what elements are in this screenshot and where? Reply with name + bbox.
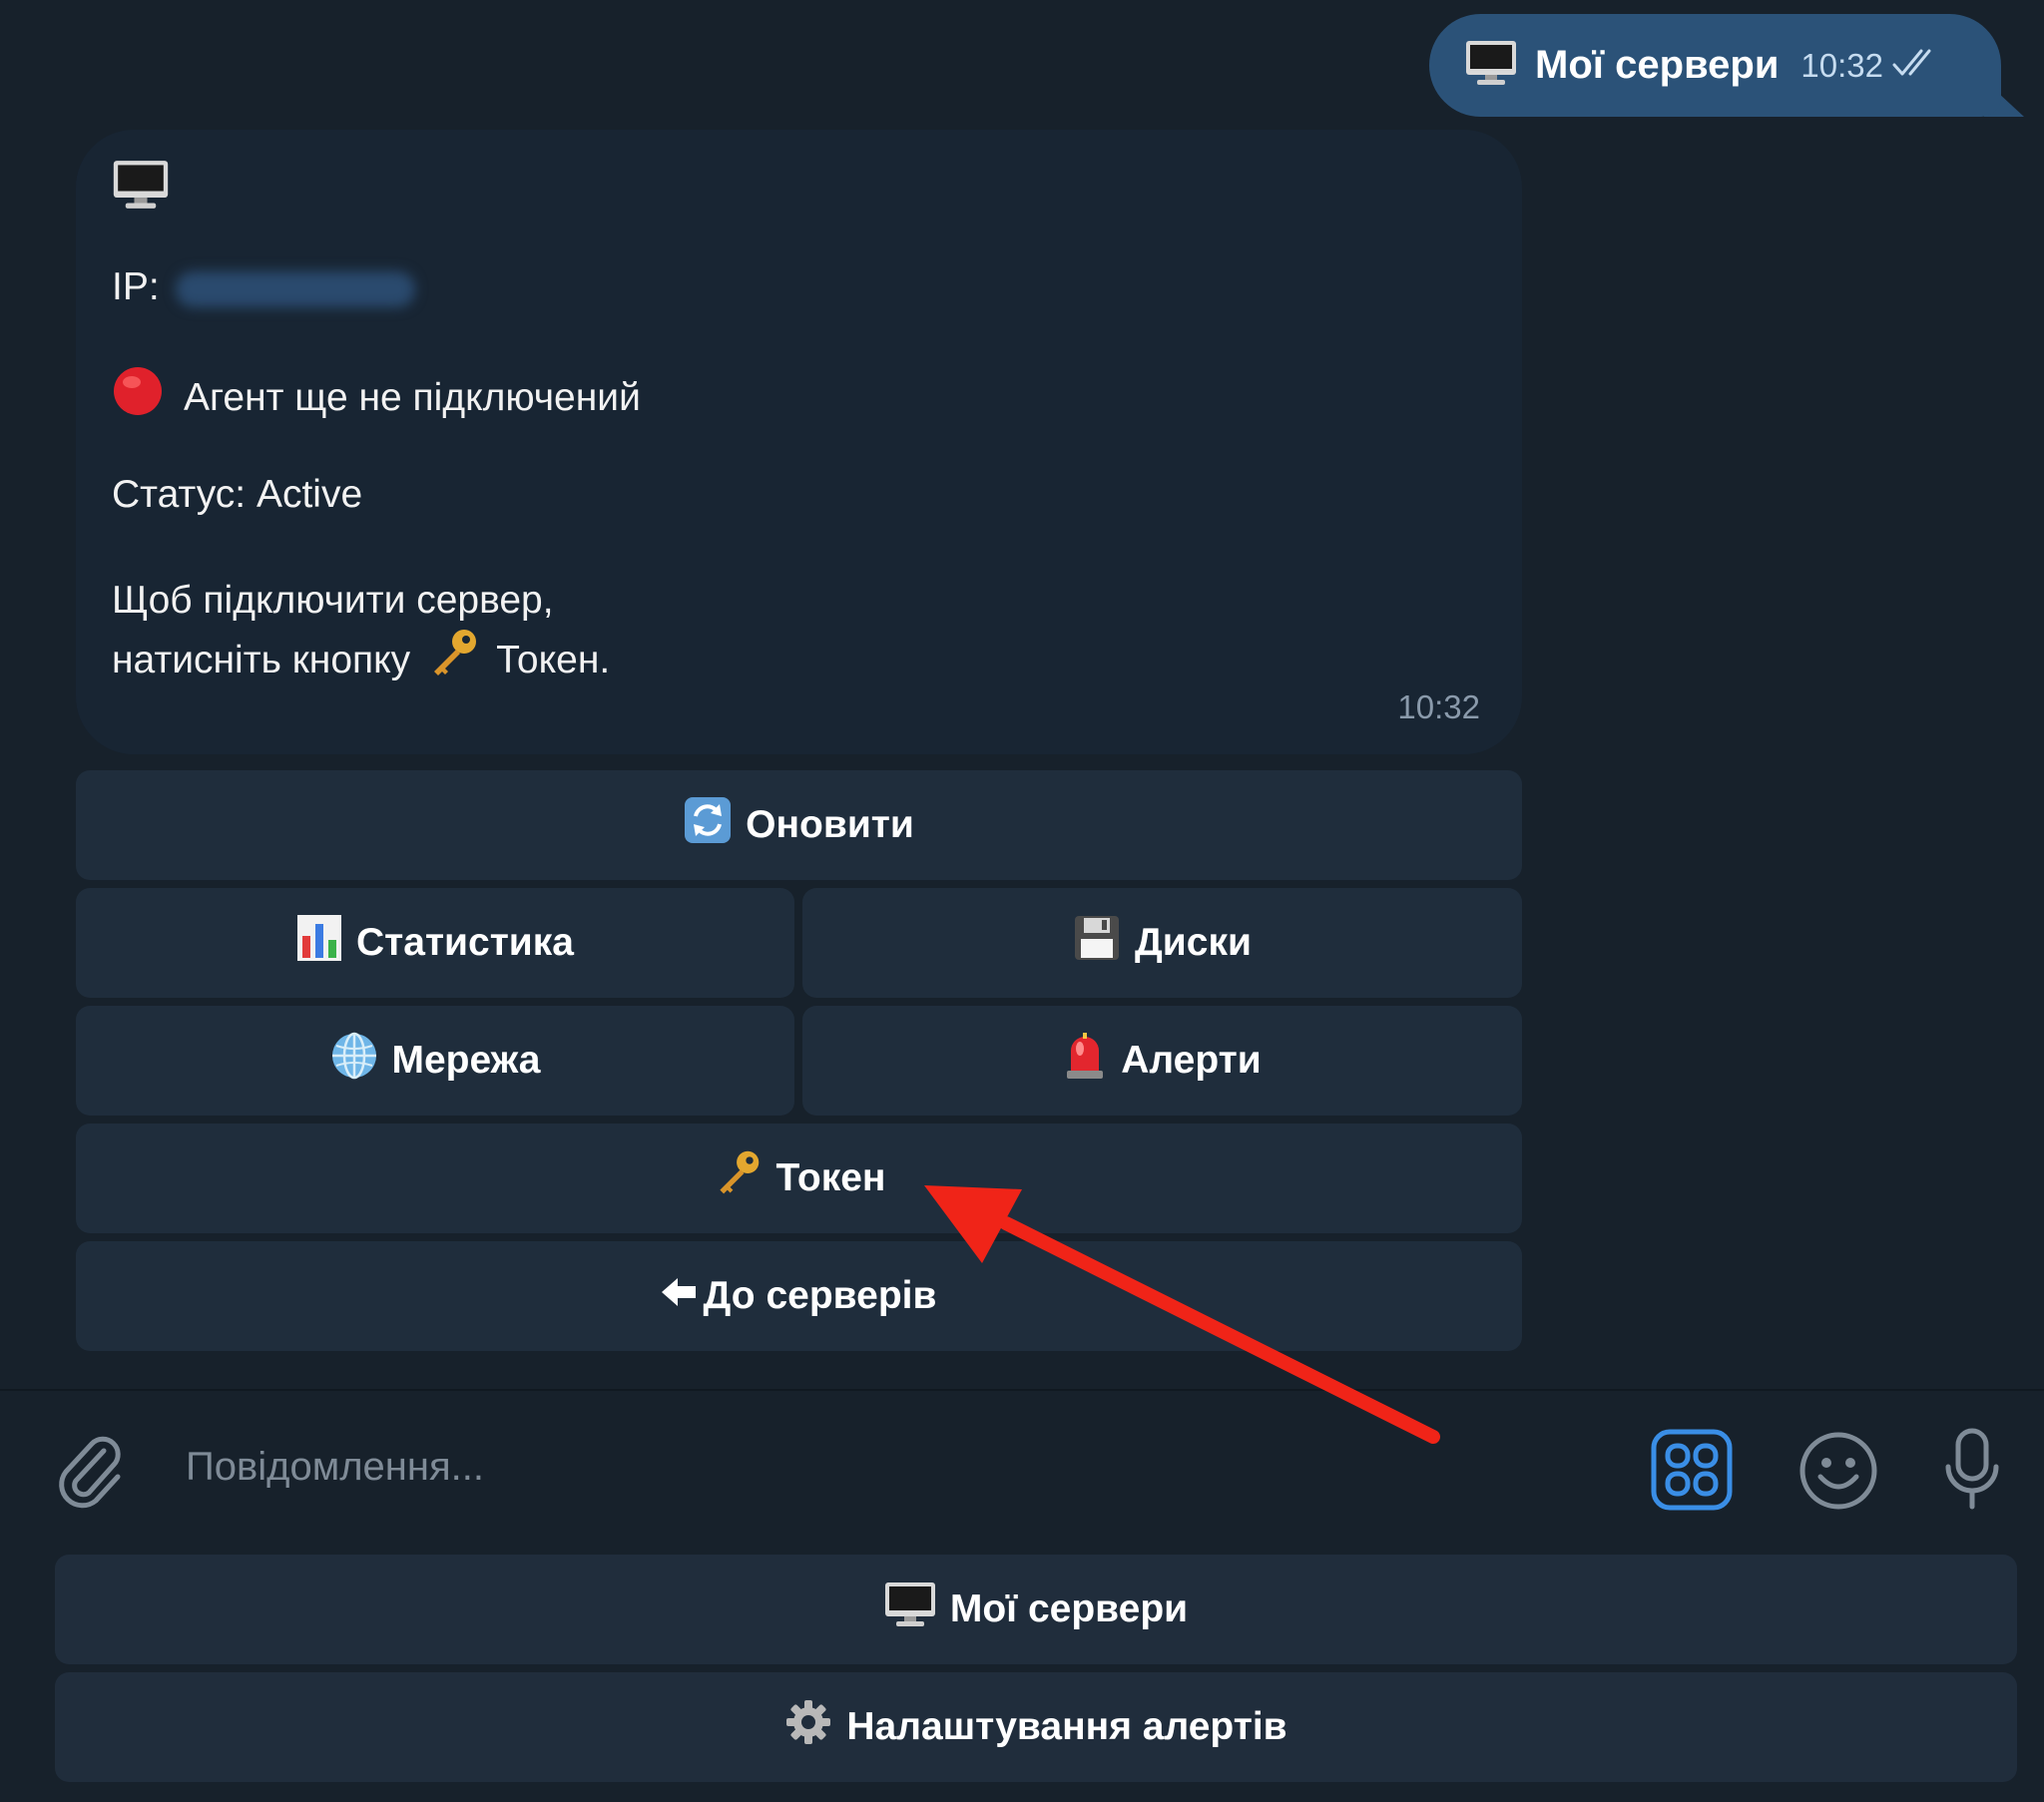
incoming-message-time: 10:32: [1397, 688, 1480, 725]
outgoing-message-time: 10:32: [1800, 46, 1883, 84]
ip-label: IP:: [112, 265, 160, 308]
key-icon: [426, 627, 480, 694]
ip-line: IP:: [112, 261, 415, 313]
outgoing-message-text: Мої сервери: [1535, 43, 1780, 87]
my-servers-button-label: Мої сервери: [949, 1587, 1189, 1630]
ip-value-redacted: [175, 270, 415, 307]
hint-line-1: Щоб підключити сервер,: [112, 579, 554, 622]
stats-button[interactable]: Статистика: [76, 888, 794, 998]
gear-icon: [784, 1698, 832, 1756]
siren-icon: [1063, 1031, 1107, 1091]
refresh-button-label: Оновити: [746, 803, 914, 846]
double-check-icon: [1891, 47, 1941, 84]
alerts-button[interactable]: Алерти: [802, 1006, 1522, 1116]
smiley-icon[interactable]: [1798, 1431, 1878, 1516]
chat-window: Мої сервери 10:32 IP: Агент ще не підклю…: [0, 0, 2044, 1802]
agent-status-text: Агент ще не підключений: [184, 376, 641, 419]
alerts-button-label: Алерти: [1121, 1039, 1262, 1082]
disks-button-label: Диски: [1135, 921, 1252, 964]
outgoing-message[interactable]: Мої сервери 10:32: [1429, 14, 2001, 117]
alert-settings-button-label: Налаштування алертів: [846, 1705, 1287, 1748]
token-button-label: Токен: [775, 1156, 886, 1199]
desktop-computer-icon: [1465, 40, 1517, 91]
back-to-servers-button-label: До серверів: [703, 1274, 937, 1317]
desktop-computer-icon: [884, 1581, 936, 1637]
hint-line-2: натисніть кнопку Токен.: [112, 627, 610, 694]
network-button-label: Мережа: [391, 1039, 541, 1082]
agent-status-line: Агент ще не підключений: [112, 365, 641, 431]
disks-button[interactable]: Диски: [802, 888, 1522, 998]
my-servers-button[interactable]: Мої сервери: [55, 1555, 2017, 1664]
hint-suffix: Токен.: [496, 639, 611, 681]
refresh-button[interactable]: Оновити: [76, 770, 1522, 880]
microphone-icon[interactable]: [1942, 1427, 2002, 1518]
stats-button-label: Статистика: [355, 921, 574, 964]
back-to-servers-button[interactable]: До серверів: [76, 1241, 1522, 1351]
key-icon: [713, 1148, 763, 1208]
hint-prefix: натисніть кнопку: [112, 639, 411, 681]
refresh-icon: [684, 796, 732, 854]
red-circle-icon: [112, 365, 164, 431]
desktop-computer-icon: [112, 160, 170, 215]
bot-keyboard-icon[interactable]: [1651, 1429, 1733, 1516]
globe-icon: [330, 1032, 378, 1090]
status-line: Статус: Active: [112, 473, 363, 516]
token-button[interactable]: Токен: [76, 1124, 1522, 1233]
left-arrow-icon: [661, 1274, 698, 1318]
alert-settings-button[interactable]: Налаштування алертів: [55, 1672, 2017, 1782]
floppy-disk-icon: [1073, 914, 1121, 972]
message-input[interactable]: Повідомлення...: [186, 1445, 484, 1490]
network-button[interactable]: Мережа: [76, 1006, 794, 1116]
paperclip-icon[interactable]: [52, 1429, 128, 1514]
bar-chart-icon: [296, 914, 342, 972]
